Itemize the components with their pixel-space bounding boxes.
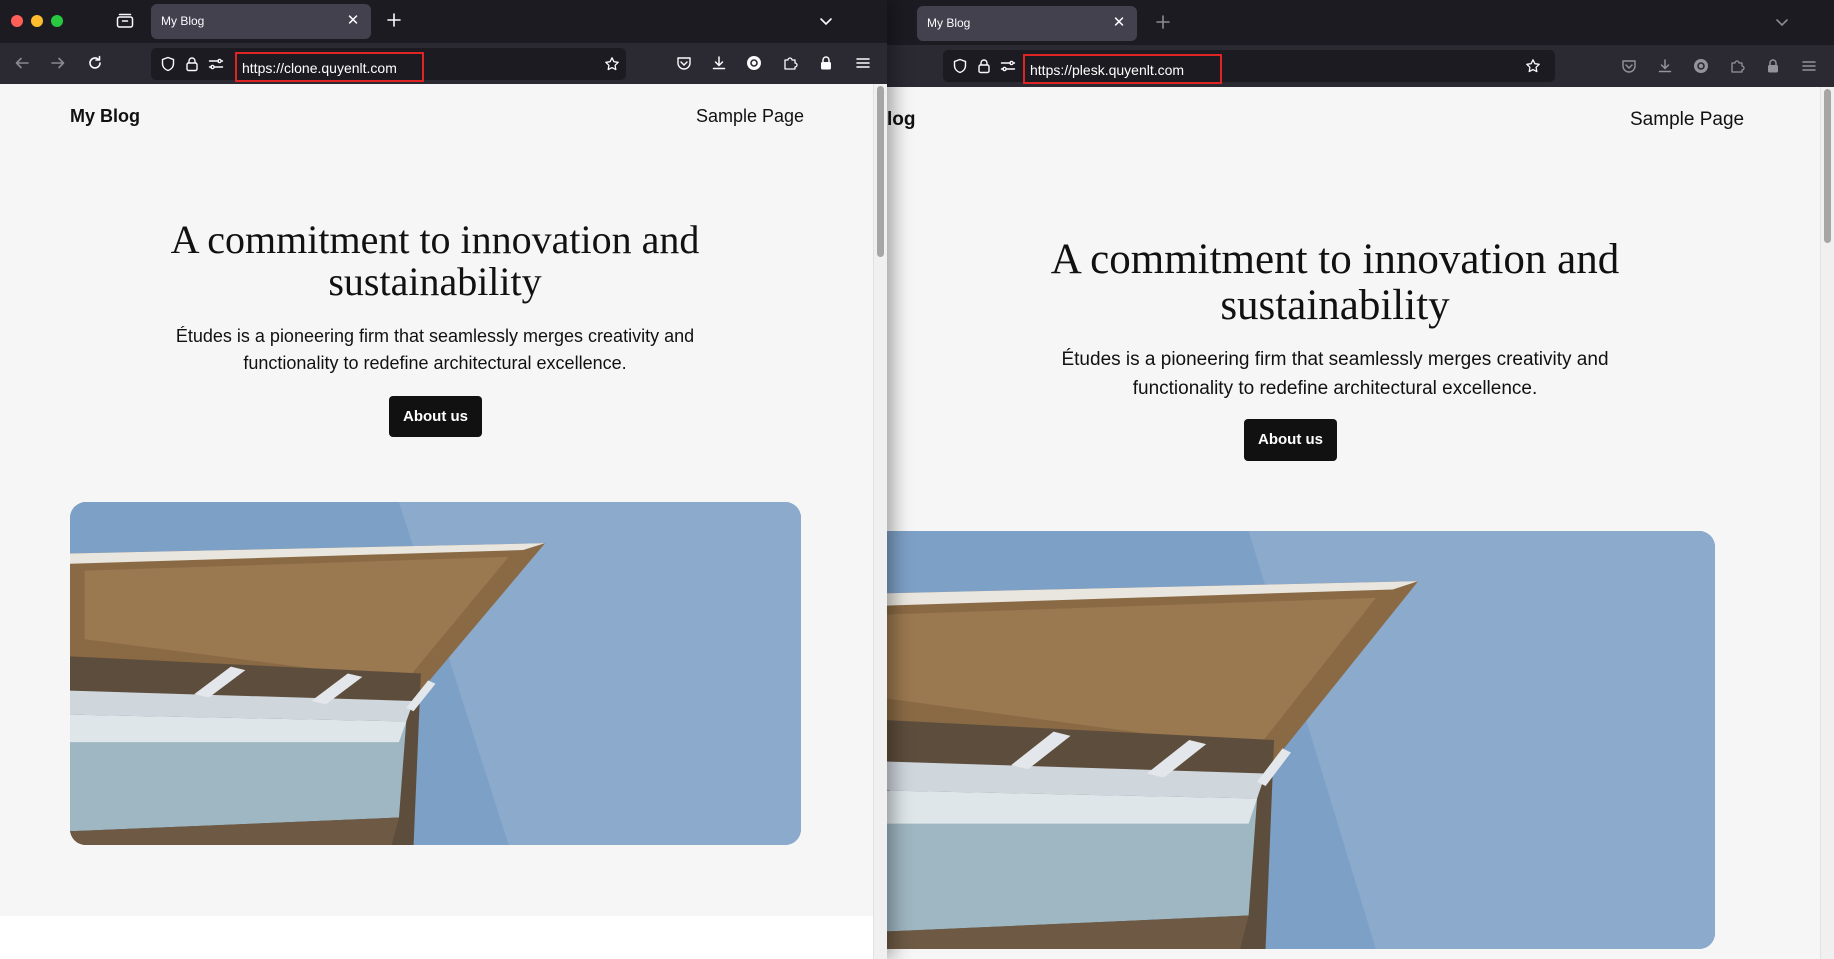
hero-description: Études is a pioneering firm that seamles… [1061, 349, 1609, 399]
chevron-down-icon[interactable] [1774, 14, 1790, 30]
lock-icon[interactable] [976, 58, 992, 74]
star-icon[interactable] [1525, 58, 1541, 74]
navigation-toolbar: https://clone.quyenlt.com [0, 43, 887, 84]
tab-title: My Blog [161, 14, 205, 28]
forward-arrow-icon[interactable] [50, 55, 66, 71]
tab-strip: My Blog ✕ [887, 0, 1834, 43]
chevron-down-icon[interactable] [818, 13, 834, 29]
hero-description: Études is a pioneering firm that seamles… [175, 326, 695, 373]
download-icon[interactable] [711, 55, 727, 71]
site-title[interactable]: log [887, 109, 916, 131]
pocket-icon[interactable] [676, 55, 692, 71]
page-scrollbar[interactable] [1820, 87, 1834, 959]
url-text[interactable]: https://plesk.quyenlt.com [1030, 62, 1184, 78]
site-title[interactable]: My Blog [70, 106, 140, 127]
url-bar[interactable]: https://clone.quyenlt.com [151, 48, 626, 82]
tab-my-blog[interactable]: My Blog ✕ [917, 6, 1137, 41]
puzzle-icon[interactable] [782, 55, 798, 71]
close-tab-icon[interactable]: ✕ [343, 11, 363, 31]
puzzle-icon[interactable] [1729, 58, 1745, 74]
page-viewport: My Blog Sample Page A commitment to inno… [0, 84, 887, 959]
about-us-button[interactable]: About us [1244, 419, 1337, 461]
minimize-window-button[interactable] [31, 15, 43, 27]
account-icon[interactable] [746, 55, 762, 71]
hero-image [887, 531, 1715, 949]
next-section [0, 916, 873, 959]
lock-icon[interactable] [184, 56, 200, 72]
close-tab-icon[interactable]: ✕ [1109, 13, 1129, 33]
hero-heading: A commitment to innovation and sustainab… [170, 217, 700, 305]
password-lock-icon[interactable] [1765, 58, 1781, 74]
page-viewport: log Sample Page A commitment to innovati… [887, 87, 1834, 959]
back-arrow-icon[interactable] [14, 55, 30, 71]
close-window-button[interactable] [11, 15, 23, 27]
shield-icon[interactable] [952, 58, 968, 74]
tab-title: My Blog [927, 16, 971, 30]
navigation-toolbar: https://plesk.quyenlt.com [887, 45, 1834, 87]
pocket-icon[interactable] [1621, 58, 1637, 74]
page-scrollbar[interactable] [873, 84, 887, 959]
sliders-icon[interactable] [208, 56, 224, 72]
scrollbar-thumb[interactable] [1824, 89, 1831, 243]
zoom-window-button[interactable] [51, 15, 63, 27]
nav-sample-page[interactable]: Sample Page [1630, 109, 1744, 131]
star-icon[interactable] [604, 56, 620, 72]
url-highlight-box: https://clone.quyenlt.com [235, 52, 424, 82]
url-highlight-box: https://plesk.quyenlt.com [1023, 54, 1222, 84]
account-icon[interactable] [1693, 58, 1709, 74]
url-bar[interactable]: https://plesk.quyenlt.com [943, 50, 1555, 84]
plus-icon[interactable] [1155, 14, 1171, 30]
tab-my-blog[interactable]: My Blog ✕ [151, 4, 371, 39]
right-browser-window: My Blog ✕ https://plesk.quyenlt.com log … [887, 0, 1834, 959]
sliders-icon[interactable] [1000, 58, 1016, 74]
hamburger-icon[interactable] [855, 55, 871, 71]
hero-image [70, 502, 801, 845]
tab-overview-icon[interactable] [116, 13, 134, 29]
shield-icon[interactable] [160, 56, 176, 72]
plus-icon[interactable] [386, 12, 402, 28]
nav-sample-page[interactable]: Sample Page [696, 106, 804, 127]
left-browser-window: My Blog ✕ https://clone.quyenlt.com My B… [0, 0, 887, 959]
download-icon[interactable] [1657, 58, 1673, 74]
about-us-button[interactable]: About us [389, 396, 482, 437]
scrollbar-thumb[interactable] [877, 86, 884, 257]
hero-heading: A commitment to innovation and sustainab… [1050, 236, 1620, 329]
reload-icon[interactable] [87, 55, 103, 71]
hamburger-icon[interactable] [1801, 58, 1817, 74]
password-lock-icon[interactable] [818, 55, 834, 71]
url-text[interactable]: https://clone.quyenlt.com [242, 60, 397, 76]
tab-strip: My Blog ✕ [0, 0, 887, 43]
